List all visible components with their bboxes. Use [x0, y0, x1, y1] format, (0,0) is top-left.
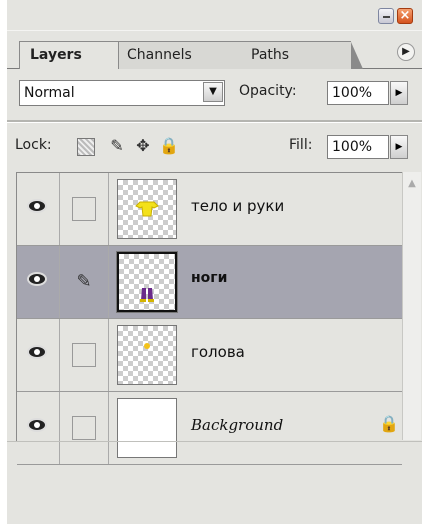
blend-mode-value: Normal — [24, 85, 75, 101]
layer-thumbnail[interactable] — [116, 251, 178, 313]
layer-row[interactable]: голова — [17, 319, 402, 392]
visibility-toggle[interactable] — [17, 173, 60, 245]
panel-titlebar: × — [7, 0, 422, 31]
link-cell[interactable] — [60, 173, 109, 245]
layer-name: Background — [191, 416, 284, 434]
layer-name: голова — [191, 343, 245, 361]
layers-list: тело и руки ✎ ноги голова Background 🔒 — [16, 172, 402, 465]
divider — [7, 441, 422, 442]
layer-name: ноги — [191, 270, 228, 286]
link-box — [72, 197, 96, 221]
layer-thumbnail[interactable] — [117, 325, 177, 385]
lock-transparency-icon[interactable] — [77, 138, 95, 156]
fill-field[interactable]: 100% — [327, 135, 389, 159]
link-cell[interactable] — [60, 392, 109, 464]
eye-icon — [27, 272, 47, 286]
opacity-label: Opacity: — [239, 83, 297, 99]
lock-all-icon[interactable]: 🔒 — [159, 136, 179, 156]
close-button[interactable]: × — [397, 8, 413, 24]
blend-opacity-row: Normal ▼ Opacity: 100% ▶ — [7, 80, 422, 112]
layer-row-selected[interactable]: ✎ ноги — [17, 246, 402, 319]
layer-thumbnail[interactable] — [117, 179, 177, 239]
divider — [7, 120, 422, 123]
lock-move-icon[interactable]: ✥ — [133, 136, 153, 156]
layer-name: тело и руки — [191, 197, 285, 215]
eye-icon — [27, 345, 47, 359]
scroll-up-icon[interactable]: ▲ — [404, 176, 420, 192]
minimize-button[interactable] — [378, 8, 394, 24]
brush-icon: ✎ — [76, 271, 92, 292]
scrollbar[interactable]: ▲ — [402, 172, 421, 440]
eye-icon — [27, 199, 47, 213]
opacity-field[interactable]: 100% — [327, 81, 389, 105]
torso-thumbnail-icon — [135, 201, 159, 217]
layer-row[interactable]: тело и руки — [17, 173, 402, 246]
tab-paths[interactable]: Paths — [243, 41, 363, 69]
visibility-toggle[interactable] — [17, 319, 60, 391]
layer-thumbnail[interactable] — [117, 398, 177, 458]
chevron-down-icon[interactable]: ▼ — [203, 82, 223, 102]
lock-brush-icon[interactable]: ✎ — [107, 136, 127, 156]
tab-channels[interactable]: Channels — [119, 41, 255, 69]
link-cell[interactable]: ✎ — [60, 246, 109, 318]
link-cell[interactable] — [60, 319, 109, 391]
visibility-toggle[interactable] — [17, 392, 60, 464]
opacity-arrow-icon[interactable]: ▶ — [390, 81, 408, 105]
padlock-icon: 🔒 — [379, 414, 399, 433]
layer-row-background[interactable]: Background 🔒 — [17, 392, 402, 465]
tab-row: Layers Channels Paths ▶ — [7, 31, 422, 69]
blend-mode-select[interactable]: Normal ▼ — [19, 80, 225, 106]
legs-thumbnail-icon — [140, 288, 154, 302]
layers-panel: × Layers Channels Paths ▶ Normal ▼ Opaci… — [7, 0, 422, 524]
panel-menu-arrow-icon[interactable]: ▶ — [397, 43, 415, 61]
lock-row: Lock: ✎ ✥ 🔒 Fill: 100% ▶ — [7, 126, 422, 166]
link-box — [72, 343, 96, 367]
tab-layers[interactable]: Layers — [19, 41, 119, 69]
head-thumbnail-icon — [144, 343, 150, 349]
fill-arrow-icon[interactable]: ▶ — [390, 135, 408, 159]
lock-label: Lock: — [15, 137, 52, 153]
eye-icon — [27, 418, 47, 432]
link-box — [72, 416, 96, 440]
visibility-toggle[interactable] — [17, 246, 60, 318]
fill-label: Fill: — [289, 137, 313, 153]
